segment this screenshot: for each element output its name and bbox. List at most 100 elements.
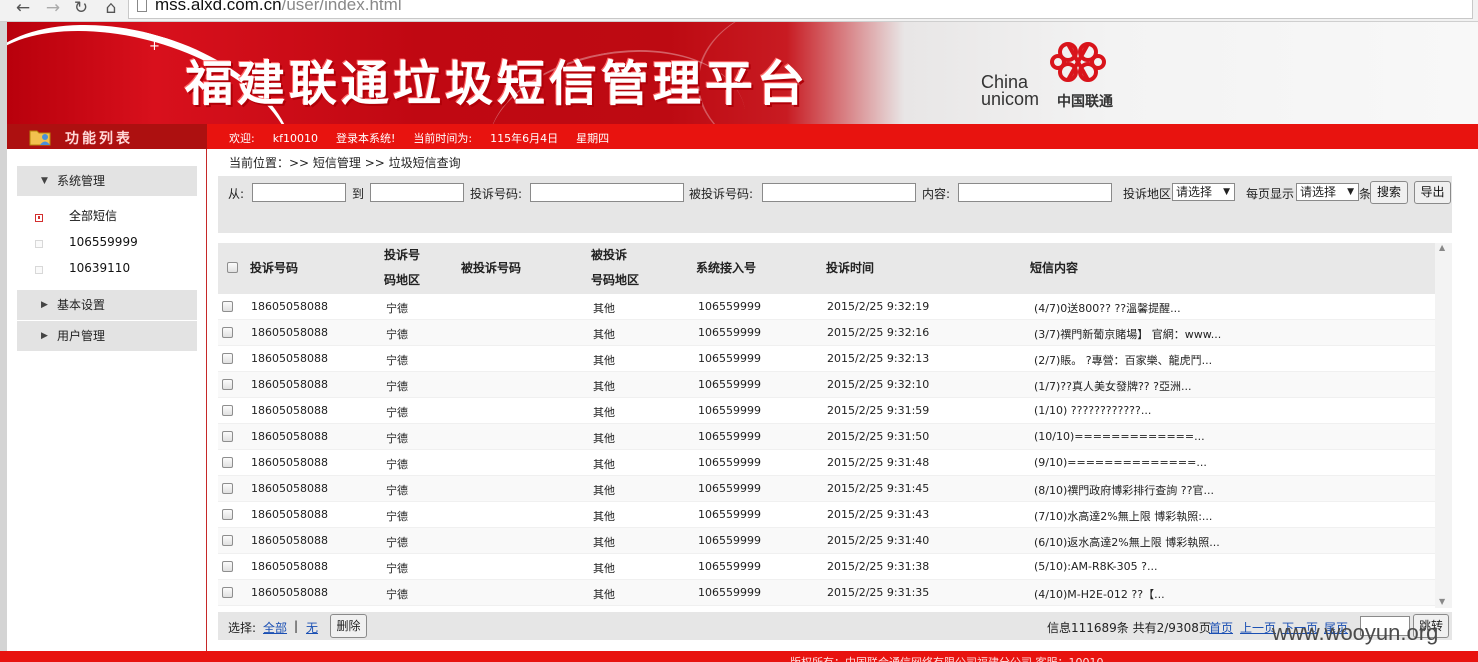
cell-access-number: 106559999	[698, 586, 761, 599]
cell-complainant: 18605058088	[251, 430, 328, 443]
cell-complained-region: 其他	[593, 328, 615, 341]
cell-complainant: 18605058088	[251, 560, 328, 573]
caret-down-icon: ▼	[41, 176, 48, 186]
date-from-input[interactable]	[252, 183, 346, 202]
copyright-text: 版权所有：中国联合通信网络有限公司福建分公司 客服：10010	[790, 654, 1104, 662]
cell-time: 2015/2/25 9:32:13	[827, 352, 930, 365]
table-row[interactable]: 18605058088 宁德 其他 106559999 2015/2/25 9:31:4…	[218, 502, 1435, 528]
scroll-up-icon[interactable]: ▲	[1439, 243, 1445, 252]
row-checkbox[interactable]	[222, 587, 233, 598]
dropdown-arrow-icon: ▼	[1223, 187, 1230, 197]
cell-time: 2015/2/25 9:31:35	[827, 586, 930, 599]
cell-complained-region: 其他	[593, 380, 615, 393]
table-header: 投诉号码 投诉号 码地区 被投诉号码 被投诉 号码地区 系统接入号 投诉时间 短…	[218, 243, 1435, 294]
export-button[interactable]: 导出	[1414, 181, 1451, 204]
table-row[interactable]: 18605058088 宁德 其他 106559999 2015/2/25 9:31:4…	[218, 450, 1435, 476]
table-row[interactable]: 18605058088 宁德 其他 106559999 2015/2/25 9:32:1…	[218, 346, 1435, 372]
select-all-checkbox[interactable]	[227, 262, 238, 273]
row-checkbox[interactable]	[222, 535, 233, 546]
forward-arrow-icon[interactable]: →	[42, 0, 64, 18]
table-row[interactable]: 18605058088 宁德 其他 106559999 2015/2/25 9:31:3…	[218, 554, 1435, 580]
home-icon[interactable]: ⌂	[100, 0, 122, 18]
username: kf10010	[272, 132, 318, 145]
cell-content: (8/10)禩門政府博彩排行查詢 ??官...	[1034, 484, 1214, 497]
header-complained-region: 号码地区	[591, 273, 640, 287]
cell-time: 2015/2/25 9:31:50	[827, 430, 930, 443]
url-path: /user/index.html	[281, 0, 402, 14]
first-page-link[interactable]: 首页	[1209, 619, 1233, 636]
cell-time: 2015/2/25 9:32:10	[827, 378, 930, 391]
table-row[interactable]: 18605058088 宁德 其他 106559999 2015/2/25 9:32:1…	[218, 320, 1435, 346]
row-checkbox[interactable]	[222, 509, 233, 520]
cell-complained-region: 其他	[593, 588, 615, 601]
cell-content: (7/10)水高達2%無上限 博彩執照:...	[1034, 510, 1213, 523]
region-label: 投诉地区	[1123, 187, 1172, 201]
current-date: 115年6月4日	[490, 132, 559, 145]
table-row[interactable]: 18605058088 宁德 其他 106559999 2015/2/25 9:31:4…	[218, 476, 1435, 502]
search-button[interactable]: 搜索	[1370, 181, 1408, 204]
row-checkbox[interactable]	[222, 457, 233, 468]
table-row[interactable]: 18605058088 宁德 其他 106559999 2015/2/25 9:31:5…	[218, 398, 1435, 424]
select-all-link[interactable]: 全部	[263, 619, 287, 636]
sidebar-group-basic-settings[interactable]: ▶ 基本设置	[17, 290, 197, 320]
delete-button[interactable]: 删除	[330, 614, 367, 638]
table-row[interactable]: 18605058088 宁德 其他 106559999 2015/2/25 9:31:3…	[218, 580, 1435, 606]
complainant-number-input[interactable]	[530, 183, 684, 202]
from-label: 从:	[228, 187, 245, 201]
scroll-down-icon[interactable]: ▼	[1439, 597, 1445, 606]
time-label: 当前时间为:	[413, 132, 473, 145]
select-none-link[interactable]: 无	[306, 619, 318, 636]
complained-number-input[interactable]	[762, 183, 916, 202]
cell-complainant: 18605058088	[251, 378, 328, 391]
per-page-select[interactable]: 请选择 ▼	[1296, 183, 1359, 201]
login-message: 登录本系统!	[335, 132, 396, 145]
row-checkbox[interactable]	[222, 561, 233, 572]
reload-icon[interactable]: ↻	[70, 0, 92, 18]
cell-content: (1/10) ????????????...	[1034, 404, 1152, 417]
region-select-value: 请选择	[1176, 185, 1213, 199]
row-checkbox[interactable]	[222, 483, 233, 494]
region-select[interactable]: 请选择 ▼	[1172, 183, 1235, 201]
list-bullet-icon	[35, 266, 43, 274]
url-text: mss.alxd.com.cn/user/index.html	[155, 0, 402, 15]
table-row[interactable]: 18605058088 宁德 其他 106559999 2015/2/25 9:31:5…	[218, 424, 1435, 450]
sidebar-group-system[interactable]: ▼ 系统管理	[17, 166, 197, 196]
cell-complainant-region: 宁德	[386, 354, 408, 367]
cell-time: 2015/2/25 9:32:16	[827, 326, 930, 339]
table-scrollbar[interactable]: ▲ ▼	[1435, 243, 1452, 608]
content-input[interactable]	[958, 183, 1112, 202]
caret-right-icon: ▶	[41, 300, 48, 310]
row-checkbox[interactable]	[222, 405, 233, 416]
sidebar-group-label: 基本设置	[57, 298, 106, 312]
row-checkbox[interactable]	[222, 327, 233, 338]
function-list-header: 功能列表	[7, 124, 207, 149]
address-bar[interactable]: mss.alxd.com.cn/user/index.html	[128, 0, 1473, 19]
per-page-label: 每页显示	[1246, 187, 1295, 201]
cell-complainant: 18605058088	[251, 534, 328, 547]
cell-complainant: 18605058088	[251, 456, 328, 469]
sidebar-group-user-management[interactable]: ▶ 用户管理	[17, 321, 197, 351]
cell-access-number: 106559999	[698, 378, 761, 391]
cell-complainant-region: 宁德	[386, 458, 408, 471]
table-row[interactable]: 18605058088 宁德 其他 106559999 2015/2/25 9:32:1…	[218, 372, 1435, 398]
row-checkbox[interactable]	[222, 301, 233, 312]
table-row[interactable]: 18605058088 宁德 其他 106559999 2015/2/25 9:32:1…	[218, 294, 1435, 320]
select-label: 选择:	[228, 621, 257, 635]
header-complained: 被投诉号码	[461, 261, 522, 275]
cell-access-number: 106559999	[698, 560, 761, 573]
date-to-input[interactable]	[370, 183, 464, 202]
unicom-logo: China unicom 中国联通	[981, 38, 1161, 114]
table-row[interactable]: 18605058088 宁德 其他 106559999 2015/2/25 9:31:4…	[218, 528, 1435, 554]
row-checkbox[interactable]	[222, 379, 233, 390]
header-complainant: 投诉号码	[250, 261, 299, 275]
cell-complained-region: 其他	[593, 484, 615, 497]
logo-unicom: unicom	[981, 89, 1040, 109]
window-edge	[0, 22, 7, 662]
cell-complained-region: 其他	[593, 562, 615, 575]
row-checkbox[interactable]	[222, 431, 233, 442]
cell-access-number: 106559999	[698, 430, 761, 443]
row-checkbox[interactable]	[222, 353, 233, 364]
prev-page-link[interactable]: 上一页	[1240, 619, 1276, 636]
complained-number-label: 被投诉号码:	[689, 187, 754, 201]
back-arrow-icon[interactable]: ←	[12, 0, 34, 18]
